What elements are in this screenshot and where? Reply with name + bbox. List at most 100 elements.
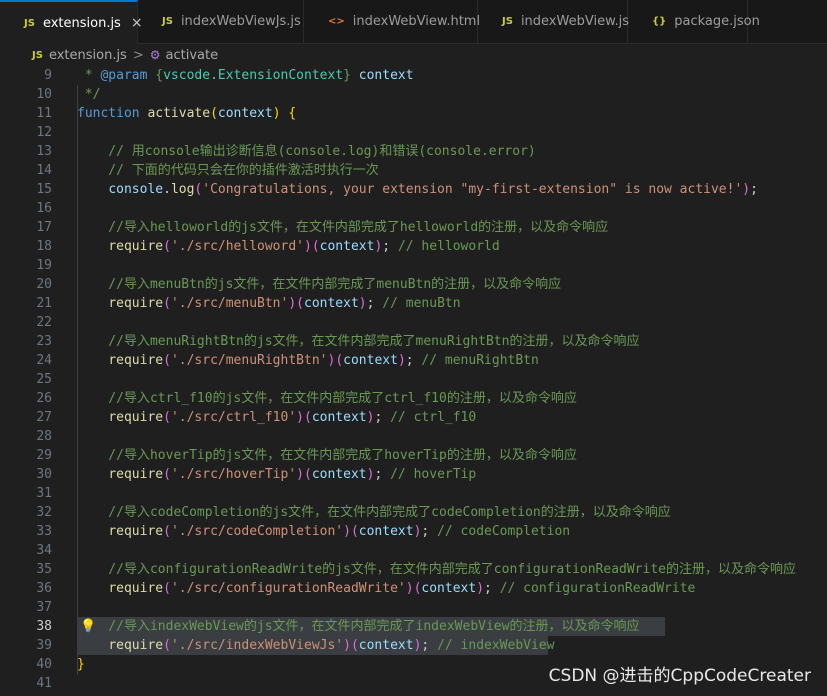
line-number: 40: [36, 657, 52, 672]
code-token: (: [163, 524, 171, 539]
code-text: require('./src/ctrl_f10')(context); // c…: [77, 408, 476, 427]
code-line[interactable]: 17 //导入helloworld的js文件，在文件内部完成了helloworl…: [0, 218, 827, 237]
code-line[interactable]: 29 //导入hoverTip的js文件，在文件内部完成了hoverTip的注册…: [0, 446, 827, 465]
code-line[interactable]: 23 //导入menuRightBtn的js文件，在文件内部完成了menuRig…: [0, 332, 827, 351]
tab-label: extension.js: [42, 15, 121, 31]
js-file-icon: JS: [32, 49, 43, 61]
code-text: //导入menuBtn的js文件，在文件内部完成了menuBtn的注册，以及命令…: [77, 275, 561, 294]
code-token: context: [358, 524, 414, 539]
code-token: context: [217, 106, 273, 121]
code-token: // menuRightBtn: [421, 353, 539, 368]
code-line[interactable]: 33 require('./src/codeCompletion')(conte…: [0, 522, 827, 541]
code-token: ): [476, 581, 485, 596]
code-token: ): [405, 581, 414, 596]
code-text: require('./src/helloword')(context); // …: [77, 237, 499, 256]
code-line[interactable]: 31: [0, 484, 827, 503]
lightbulb-icon[interactable]: 💡: [80, 617, 96, 636]
code-token: (: [296, 296, 304, 311]
code-line[interactable]: 25: [0, 370, 827, 389]
code-token: require: [108, 410, 164, 425]
line-number: 39: [36, 638, 52, 653]
code-line[interactable]: 24 require('./src/menuRightBtn')(context…: [0, 351, 827, 370]
code-token: (: [304, 410, 312, 425]
code-token: // ctrl_f10: [390, 410, 477, 425]
code-token: log: [170, 182, 195, 197]
line-number: 16: [36, 201, 52, 216]
code-text: //导入menuRightBtn的js文件，在文件内部完成了menuRightB…: [77, 332, 639, 351]
tab-package-json[interactable]: {} package.json: [628, 0, 760, 43]
code-token: vscode.ExtensionContext: [163, 68, 344, 83]
code-line[interactable]: 21 require('./src/menuBtn')(context); //…: [0, 294, 827, 313]
code-text: console.log('Congratulations, your exten…: [77, 180, 758, 199]
breadcrumb-file[interactable]: extension.js: [49, 48, 127, 63]
code-line[interactable]: 12: [0, 123, 827, 142]
code-line[interactable]: 32 //导入codeCompletion的js文件，在文件内部完成了codeC…: [0, 503, 827, 522]
code-line[interactable]: 18 require('./src/helloword')(context); …: [0, 237, 827, 256]
code-token: (: [163, 410, 171, 425]
code-line[interactable]: 26 //导入ctrl_f10的js文件，在文件内部完成了ctrl_f10的注册…: [0, 389, 827, 408]
code-line[interactable]: 27 require('./src/ctrl_f10')(context); /…: [0, 408, 827, 427]
code-token: (: [335, 353, 344, 368]
code-line[interactable]: 14 // 下面的代码只会在你的插件激活时执行一次: [0, 161, 827, 180]
code-line[interactable]: 10 */: [0, 85, 827, 104]
tab-extension-js[interactable]: JS extension.js ×: [0, 0, 143, 44]
code-token: activate: [147, 106, 211, 121]
code-line[interactable]: 36 require('./src/configurationReadWrite…: [0, 579, 827, 598]
code-line[interactable]: 30 require('./src/hoverTip')(context); /…: [0, 465, 827, 484]
breadcrumb-symbol[interactable]: activate: [166, 48, 219, 63]
code-line[interactable]: 34: [0, 541, 827, 560]
line-number: 31: [36, 486, 52, 501]
code-token: *: [77, 68, 101, 83]
line-number: 10: [36, 87, 52, 102]
file-type-icon: {}: [652, 16, 667, 27]
code-token: (: [350, 638, 359, 653]
tab-indexWebView-html[interactable]: <> indexWebView.html: [304, 0, 481, 43]
code-token: (: [163, 581, 171, 596]
code-token: (: [304, 467, 312, 482]
code-line[interactable]: 11 function activate(context) {: [0, 104, 827, 123]
code-token: ;: [421, 524, 438, 539]
code-line[interactable]: 38 //导入indexWebView的js文件，在文件内部完成了indexWe…: [0, 617, 827, 636]
code-token: ): [288, 296, 297, 311]
code-line[interactable]: 15 console.log('Congratulations, your ex…: [0, 180, 827, 199]
code-line[interactable]: 35 //导入configurationReadWrite的js文件，在文件内部…: [0, 560, 827, 579]
line-number: 26: [36, 391, 52, 406]
code-line[interactable]: 39 require('./src/indexWebViewJs')(conte…: [0, 636, 827, 655]
code-token: ;: [421, 638, 438, 653]
tab-indexWebViewJs-js[interactable]: JS indexWebViewJs.js: [138, 0, 304, 43]
code-line[interactable]: 16: [0, 199, 827, 218]
code-editor[interactable]: 9 * @param {vscode.ExtensionContext} con…: [0, 66, 827, 696]
tab-label: indexWebViewJs.js: [180, 14, 301, 29]
code-token: 'Congratulations, your extension "my-fir…: [202, 182, 743, 197]
code-token: ;: [750, 182, 758, 197]
code-token: require: [108, 239, 164, 254]
code-text: */: [77, 85, 101, 104]
code-line[interactable]: 13 // 用console输出诊断信息(console.log)和错误(con…: [0, 142, 827, 161]
line-number: 41: [36, 676, 52, 691]
code-token: require: [108, 296, 164, 311]
code-line[interactable]: 37: [0, 598, 827, 617]
line-number: 36: [36, 581, 52, 596]
code-line[interactable]: 19: [0, 256, 827, 275]
code-line[interactable]: 9 * @param {vscode.ExtensionContext} con…: [0, 66, 827, 85]
code-text: require('./src/configurationReadWrite')(…: [77, 579, 695, 598]
line-number: 35: [36, 562, 52, 577]
code-token: //导入helloworld的js文件，在文件内部完成了helloworld的注…: [77, 220, 609, 235]
code-token: ): [296, 467, 304, 482]
code-token: context: [311, 467, 367, 482]
code-token: // menuBtn: [382, 296, 461, 311]
code-text: require('./src/hoverTip')(context); // h…: [77, 465, 476, 484]
code-line[interactable]: 28: [0, 427, 827, 446]
code-token: ): [742, 182, 751, 197]
line-number: 18: [36, 239, 52, 254]
line-number: 38: [36, 619, 52, 634]
code-line[interactable]: 22: [0, 313, 827, 332]
line-number: 19: [36, 258, 52, 273]
code-token: ): [343, 524, 351, 539]
tab-label: indexWebView.html: [352, 14, 481, 29]
tab-indexWebView-js[interactable]: JS indexWebView.js: [478, 0, 629, 43]
code-line[interactable]: 20 //导入menuBtn的js文件，在文件内部完成了menuBtn的注册，以…: [0, 275, 827, 294]
code-token: {: [288, 106, 297, 121]
line-number: 9: [44, 68, 52, 83]
